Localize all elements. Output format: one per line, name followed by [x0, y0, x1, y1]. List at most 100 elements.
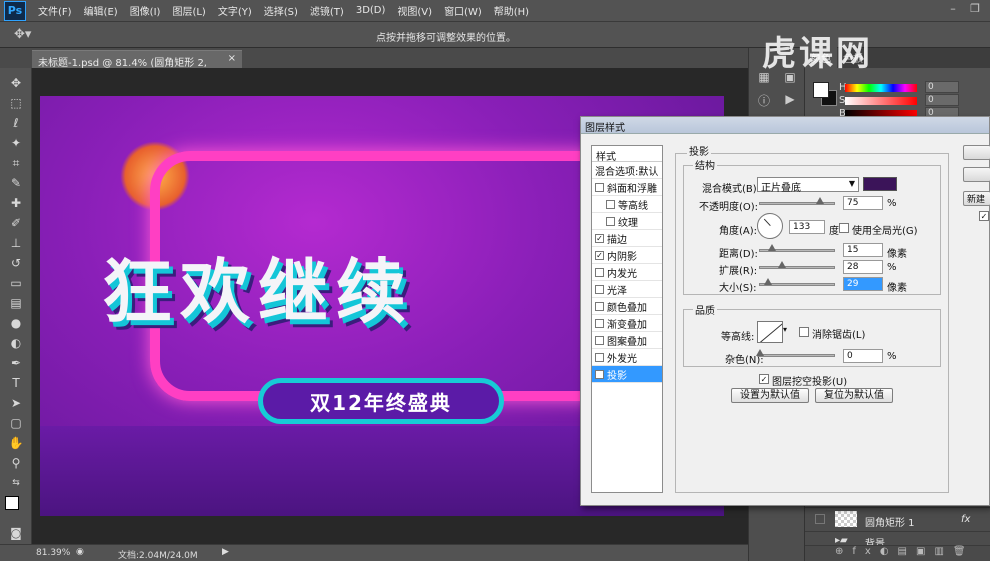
size-input[interactable]: 29: [843, 277, 883, 291]
set-default-button[interactable]: 设置为默认值: [731, 388, 809, 403]
layers-footer-icons[interactable]: ⊕fx◐▤▣▥🗑: [805, 545, 990, 561]
menu-image[interactable]: 图像(I): [124, 3, 167, 18]
style-item[interactable]: 等高线: [592, 196, 662, 213]
shape-icon[interactable]: ▢: [6, 414, 26, 432]
fx-badge[interactable]: fx: [961, 514, 970, 525]
style-checkbox[interactable]: ✓: [595, 369, 604, 379]
style-item[interactable]: 内发光: [592, 264, 662, 281]
marquee-icon[interactable]: ⬚: [6, 94, 26, 112]
crop-icon[interactable]: ⌗: [6, 154, 26, 172]
style-checkbox[interactable]: [595, 335, 604, 345]
gradient-icon[interactable]: ▤: [6, 294, 26, 312]
spread-input[interactable]: 28: [843, 260, 883, 274]
style-item[interactable]: 斜面和浮雕: [592, 179, 662, 196]
pen-icon[interactable]: ✒: [6, 354, 26, 372]
eyedropper-icon[interactable]: ✎: [6, 174, 26, 192]
style-checkbox[interactable]: [595, 182, 604, 192]
menu-view[interactable]: 视图(V): [391, 3, 438, 18]
foreground-color-swatch[interactable]: [5, 496, 19, 510]
slider-knob[interactable]: [768, 244, 776, 251]
global-light-checkbox[interactable]: [839, 223, 849, 233]
angle-dial[interactable]: [757, 213, 783, 239]
style-item[interactable]: 图案叠加: [592, 332, 662, 349]
cancel-button[interactable]: [963, 167, 990, 182]
style-checkbox[interactable]: ✓: [595, 233, 604, 243]
menu-layer[interactable]: 图层(L): [166, 3, 211, 18]
history-brush-icon[interactable]: ↺: [6, 254, 26, 272]
minimize-icon[interactable]: –: [944, 2, 962, 16]
style-checkbox[interactable]: [595, 301, 604, 311]
distance-slider[interactable]: [759, 244, 835, 252]
layer-row[interactable]: 圆角矩形 1 fx: [805, 507, 990, 531]
saturation-value[interactable]: 0: [925, 94, 959, 106]
style-item[interactable]: 混合选项:默认: [592, 162, 662, 179]
blur-icon[interactable]: ●: [6, 314, 26, 332]
distance-input[interactable]: 15: [843, 243, 883, 257]
reset-default-button[interactable]: 复位为默认值: [815, 388, 893, 403]
zoom-icon[interactable]: ⚲: [6, 454, 26, 472]
document-tab[interactable]: 未标题-1.psd @ 81.4% (圆角矩形 2, RGB/8) * ×: [32, 50, 242, 80]
move-tool-icon[interactable]: ✥▾: [14, 27, 31, 42]
noise-slider[interactable]: [756, 349, 835, 357]
close-icon[interactable]: ×: [228, 53, 236, 64]
size-slider[interactable]: [759, 278, 835, 286]
noise-input[interactable]: 0: [843, 349, 883, 363]
magic-wand-icon[interactable]: ✦: [6, 134, 26, 152]
foreground-swatch[interactable]: [813, 82, 829, 98]
dodge-icon[interactable]: ◐: [6, 334, 26, 352]
style-checkbox[interactable]: [595, 352, 604, 362]
style-item[interactable]: 外发光: [592, 349, 662, 366]
shadow-color-swatch[interactable]: [863, 177, 897, 191]
style-checkbox[interactable]: [606, 216, 615, 226]
style-item[interactable]: 纹理: [592, 213, 662, 230]
layer-name[interactable]: 圆角矩形 1: [865, 514, 915, 529]
eraser-icon[interactable]: ▭: [6, 274, 26, 292]
angle-input[interactable]: 133: [789, 220, 825, 234]
style-checkbox[interactable]: [595, 284, 604, 294]
style-checkbox[interactable]: [595, 318, 604, 328]
style-item[interactable]: 渐变叠加: [592, 315, 662, 332]
style-item[interactable]: ✓ 内阴影: [592, 247, 662, 264]
style-item[interactable]: 颜色叠加: [592, 298, 662, 315]
new-style-button[interactable]: 新建: [963, 191, 990, 206]
hue-value[interactable]: 0: [925, 81, 959, 93]
spread-slider[interactable]: [759, 261, 835, 269]
menu-select[interactable]: 选择(S): [258, 3, 304, 18]
opacity-slider[interactable]: [759, 197, 835, 205]
stamp-icon[interactable]: ⊥: [6, 234, 26, 252]
antialias-checkbox[interactable]: [799, 327, 809, 337]
menu-filter[interactable]: 滤镜(T): [304, 3, 350, 18]
style-item[interactable]: ✓ 描边: [592, 230, 662, 247]
zoom-level[interactable]: 81.39%: [36, 548, 70, 558]
hue-slider[interactable]: [845, 84, 917, 92]
move-icon[interactable]: ✥: [6, 74, 26, 92]
ok-button[interactable]: [963, 145, 990, 160]
restore-icon[interactable]: ❐: [966, 2, 984, 16]
blend-mode-select[interactable]: 正片叠底 ▼: [757, 177, 859, 194]
path-select-icon[interactable]: ➤: [6, 394, 26, 412]
quick-mask-icon[interactable]: ◙: [6, 524, 26, 542]
contour-picker[interactable]: [757, 321, 783, 343]
menu-window[interactable]: 窗口(W): [438, 3, 488, 18]
visibility-toggle[interactable]: [815, 514, 825, 524]
status-menu-arrow-icon[interactable]: ▶: [222, 547, 229, 557]
style-checkbox[interactable]: ✓: [595, 250, 604, 260]
info-icon[interactable]: ⓘ: [755, 92, 773, 108]
menu-type[interactable]: 文字(Y): [212, 3, 258, 18]
preview-checkbox[interactable]: ✓: [979, 211, 989, 221]
style-item[interactable]: 光泽: [592, 281, 662, 298]
saturation-slider[interactable]: [845, 97, 917, 105]
lasso-icon[interactable]: ℓ: [6, 114, 26, 132]
menu-help[interactable]: 帮助(H): [488, 3, 535, 18]
type-icon[interactable]: T: [6, 374, 26, 392]
slider-knob[interactable]: [756, 349, 764, 356]
hand-icon[interactable]: ✋: [6, 434, 26, 452]
style-item[interactable]: ✓ 投影: [592, 366, 662, 383]
brush-icon[interactable]: ✐: [6, 214, 26, 232]
style-checkbox[interactable]: [595, 267, 604, 277]
menu-3d[interactable]: 3D(D): [350, 5, 392, 16]
healing-icon[interactable]: ✚: [6, 194, 26, 212]
knockout-checkbox[interactable]: ✓: [759, 374, 769, 384]
chevron-down-icon[interactable]: ▾: [783, 325, 787, 334]
swap-colors-icon[interactable]: ⇆: [6, 474, 26, 492]
